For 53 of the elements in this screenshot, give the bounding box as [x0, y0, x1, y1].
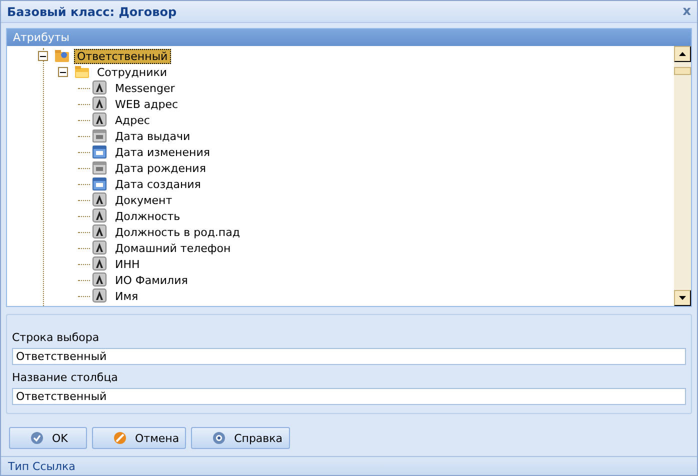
text-attribute-icon	[92, 208, 108, 224]
status-text: Тип Ссылка	[1, 456, 697, 475]
tree-item[interactable]: Должность в род.пад	[112, 224, 243, 240]
input-field[interactable]: Ответственный	[12, 348, 686, 365]
calendar-icon	[92, 160, 108, 176]
text-attribute-icon	[92, 224, 108, 240]
tree-item[interactable]: Имя	[112, 288, 142, 304]
scroll-thumb[interactable]	[674, 67, 691, 75]
input-field[interactable]: Ответственный	[12, 388, 686, 405]
text-attribute-icon	[92, 96, 108, 112]
tree-item[interactable]: Документ	[112, 192, 176, 208]
dialog-button[interactable]: Справка	[191, 427, 290, 449]
date-time-icon	[92, 176, 108, 192]
tree-item[interactable]: Ответственный	[74, 48, 171, 64]
tree-item[interactable]: Дата выдачи	[112, 128, 194, 144]
text-attribute-icon	[92, 288, 108, 304]
scroll-down-icon	[679, 296, 686, 300]
check-icon	[30, 431, 44, 445]
collapse-toggle[interactable]	[58, 67, 68, 77]
tree-item[interactable]: Домашний телефон	[112, 240, 234, 256]
collapse-toggle[interactable]	[38, 51, 48, 61]
text-attribute-icon	[92, 80, 108, 96]
tree-item[interactable]: Messenger	[112, 80, 178, 96]
text-attribute-icon	[92, 240, 108, 256]
cancel-icon	[113, 431, 127, 445]
dialog-button[interactable]: Отмена	[92, 427, 186, 449]
tree-item[interactable]: WEB адрес	[112, 96, 182, 112]
text-attribute-icon	[92, 192, 108, 208]
text-attribute-icon	[92, 256, 108, 272]
link-folder-icon	[54, 48, 70, 64]
calendar-icon	[92, 128, 108, 144]
scrollbar[interactable]	[674, 46, 691, 306]
scroll-up-button[interactable]	[674, 46, 691, 62]
tree-item[interactable]: Дата создания	[112, 176, 204, 192]
tree-item[interactable]: Сотрудники	[94, 64, 170, 80]
scroll-down-button[interactable]	[674, 290, 691, 306]
window-title: Базовый класс: Договор	[7, 4, 177, 18]
field-label: Название столбца	[12, 371, 119, 384]
text-attribute-icon	[92, 112, 108, 128]
tree-item[interactable]: ИНН	[112, 256, 143, 272]
folder-icon	[74, 64, 90, 80]
tree-item[interactable]: ИО Фамилия	[112, 272, 191, 288]
text-attribute-icon	[92, 272, 108, 288]
dialog-button[interactable]: OK	[9, 427, 87, 449]
tree-item[interactable]: Дата изменения	[112, 144, 213, 160]
panel-header: Атрибуты	[7, 29, 691, 46]
tree-item[interactable]: Должность	[112, 208, 184, 224]
date-time-icon	[92, 144, 108, 160]
tree-item[interactable]: Дата рождения	[112, 160, 209, 176]
tree-item[interactable]: Адрес	[112, 112, 153, 128]
help-icon	[212, 431, 226, 445]
scroll-up-icon	[679, 52, 686, 56]
field-label: Строка выбора	[12, 331, 100, 344]
